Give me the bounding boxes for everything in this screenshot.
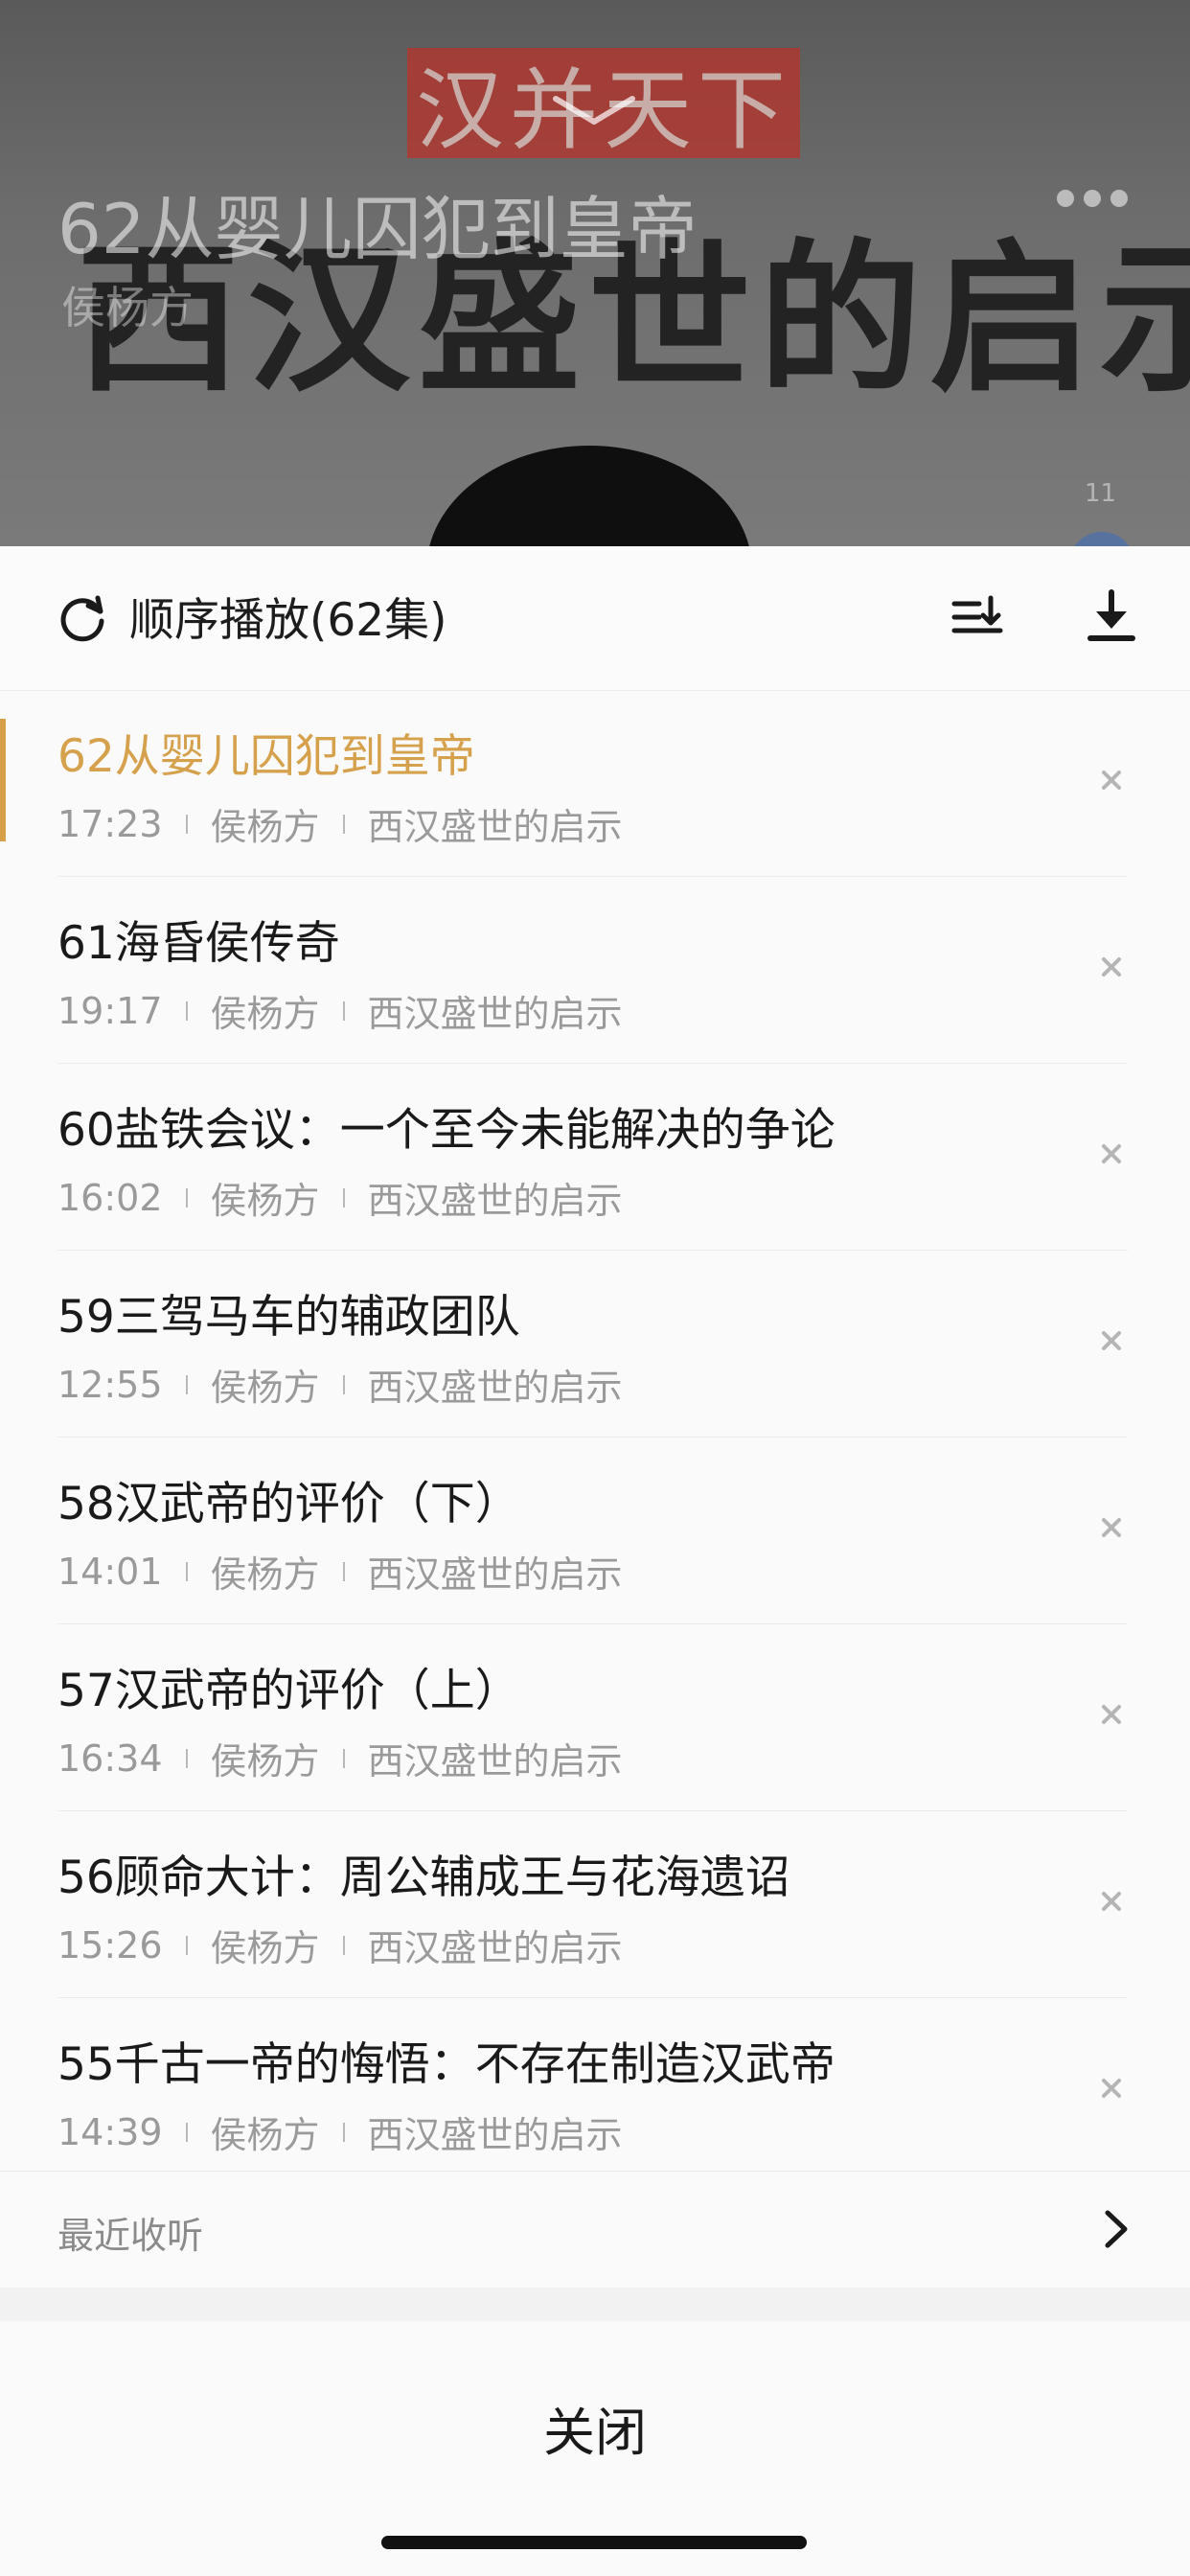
episode-duration: 16:34	[57, 1736, 163, 1780]
now-playing-title: 62从婴儿囚犯到皇帝	[57, 189, 698, 269]
playlist-item[interactable]: 56顾命大计：周公辅成王与花海遗诏 15:26 侯杨方 西汉盛世的启示	[0, 1811, 1190, 1998]
speaker-portrait	[426, 446, 752, 546]
episode-duration: 16:02	[57, 1176, 163, 1219]
remove-icon[interactable]	[1100, 769, 1123, 792]
meta-separator	[342, 2122, 345, 2142]
episode-author: 侯杨方	[210, 1553, 320, 1596]
episode-duration: 15:26	[57, 1923, 163, 1966]
download-icon[interactable]	[1085, 588, 1138, 646]
episode-author: 侯杨方	[210, 1927, 320, 1969]
meta-separator	[185, 1935, 188, 1955]
playlist: 62从婴儿囚犯到皇帝 17:23 侯杨方 西汉盛世的启示 61海昏侯传奇 19:17 侯杨方…	[0, 690, 1190, 2185]
episode-album: 西汉盛世的启示	[367, 1367, 623, 1409]
playlist-item[interactable]: 57汉武帝的评价（上） 16:34 侯杨方 西汉盛世的启示	[0, 1624, 1190, 1811]
episode-duration: 12:55	[57, 1363, 163, 1406]
meta-separator	[342, 814, 345, 834]
playlist-item[interactable]: 61海昏侯传奇 19:17 侯杨方 西汉盛世的启示	[0, 877, 1190, 1064]
meta-separator	[342, 1561, 345, 1581]
playlist-item[interactable]: 58汉武帝的评价（下） 14:01 侯杨方 西汉盛世的启示	[0, 1438, 1190, 1624]
meta-separator	[185, 1561, 188, 1581]
episode-title: 62从婴儿囚犯到皇帝	[57, 730, 475, 783]
episode-author: 侯杨方	[210, 993, 320, 1035]
episode-title: 59三驾马车的辅政团队	[57, 1291, 520, 1344]
meta-separator	[185, 814, 188, 834]
floating-button[interactable]	[1068, 532, 1135, 546]
episode-title: 60盐铁会议：一个至今未能解决的争论	[57, 1104, 835, 1157]
episode-duration: 14:01	[57, 1550, 163, 1593]
recent-listening-row[interactable]: 最近收听	[0, 2171, 1190, 2287]
episode-author: 侯杨方	[210, 1367, 320, 1409]
episode-author: 侯杨方	[210, 1180, 320, 1222]
play-mode-label[interactable]: 顺序播放(62集)	[129, 583, 446, 649]
comment-count: 11	[1085, 479, 1117, 508]
chevron-down-icon[interactable]	[551, 91, 637, 129]
episode-title: 57汉武帝的评价（上）	[57, 1665, 520, 1717]
remove-icon[interactable]	[1100, 1142, 1123, 1165]
playlist-header: 顺序播放(62集)	[0, 546, 1190, 691]
meta-separator	[342, 1935, 345, 1955]
episode-album: 西汉盛世的启示	[367, 1927, 623, 1969]
meta-separator	[185, 1000, 188, 1021]
repeat-icon[interactable]	[56, 592, 109, 646]
episode-album: 西汉盛世的启示	[367, 806, 623, 848]
more-icon[interactable]	[1054, 187, 1131, 210]
episode-meta: 14:39 侯杨方 西汉盛世的启示	[57, 2105, 623, 2158]
remove-icon[interactable]	[1100, 2077, 1123, 2100]
meta-separator	[185, 1187, 188, 1208]
episode-title: 58汉武帝的评价（下）	[57, 1478, 520, 1530]
remove-icon[interactable]	[1100, 1703, 1123, 1726]
meta-separator	[342, 1748, 345, 1768]
close-button[interactable]: 关闭	[0, 2390, 1190, 2466]
playlist-item[interactable]: 62从婴儿囚犯到皇帝 17:23 侯杨方 西汉盛世的启示	[0, 690, 1190, 877]
episode-album: 西汉盛世的启示	[367, 1180, 623, 1222]
meta-separator	[342, 1187, 345, 1208]
sort-icon[interactable]	[950, 592, 1004, 646]
now-playing-author: 侯杨方	[61, 282, 194, 334]
episode-author: 侯杨方	[210, 1740, 320, 1782]
episode-meta: 16:02 侯杨方 西汉盛世的启示	[57, 1171, 623, 1224]
home-indicator	[381, 2536, 807, 2549]
episode-duration: 14:39	[57, 2110, 163, 2153]
episode-duration: 19:17	[57, 989, 163, 1032]
playlist-item[interactable]: 59三驾马车的辅政团队 12:55 侯杨方 西汉盛世的启示	[0, 1251, 1190, 1438]
episode-title: 55千古一帝的悔悟：不存在制造汉武帝	[57, 2038, 835, 2091]
episode-title: 56顾命大计：周公辅成王与花海遗诏	[57, 1852, 790, 1904]
episode-album: 西汉盛世的启示	[367, 1553, 623, 1596]
episode-author: 侯杨方	[210, 806, 320, 848]
episode-meta: 15:26 侯杨方 西汉盛世的启示	[57, 1919, 623, 1971]
episode-title: 61海昏侯传奇	[57, 917, 340, 970]
recent-listening-label: 最近收听	[57, 2215, 204, 2257]
remove-icon[interactable]	[1100, 1890, 1123, 1913]
episode-meta: 14:01 侯杨方 西汉盛世的启示	[57, 1545, 623, 1598]
remove-icon[interactable]	[1100, 1516, 1123, 1539]
episode-meta: 17:23 侯杨方 西汉盛世的启示	[57, 797, 623, 850]
episode-album: 西汉盛世的启示	[367, 993, 623, 1035]
remove-icon[interactable]	[1100, 955, 1123, 978]
remove-icon[interactable]	[1100, 1329, 1123, 1352]
meta-separator	[185, 2122, 188, 2142]
episode-duration: 17:23	[57, 802, 163, 845]
playlist-sheet: 顺序播放(62集) 62从婴儿囚犯到皇帝 17:23 侯杨方 西汉盛世的启示 61海昏侯…	[0, 546, 1190, 2288]
chevron-right-icon	[1105, 2210, 1128, 2248]
active-indicator	[0, 719, 6, 841]
episode-meta: 12:55 侯杨方 西汉盛世的启示	[57, 1358, 623, 1411]
episode-album: 西汉盛世的启示	[367, 2114, 623, 2156]
meta-separator	[185, 1748, 188, 1768]
episode-meta: 19:17 侯杨方 西汉盛世的启示	[57, 984, 623, 1037]
meta-separator	[342, 1374, 345, 1394]
meta-separator	[342, 1000, 345, 1021]
episode-album: 西汉盛世的启示	[367, 1740, 623, 1782]
playlist-item[interactable]: 55千古一帝的悔悟：不存在制造汉武帝 14:39 侯杨方 西汉盛世的启示	[0, 1998, 1190, 2185]
episode-author: 侯杨方	[210, 2114, 320, 2156]
episode-meta: 16:34 侯杨方 西汉盛世的启示	[57, 1732, 623, 1784]
player-background: 汉并天下 西汉盛世的启示 62从婴儿囚犯到皇帝 侯杨方 11	[0, 0, 1190, 546]
meta-separator	[185, 1374, 188, 1394]
playlist-item[interactable]: 60盐铁会议：一个至今未能解决的争论 16:02 侯杨方 西汉盛世的启示	[0, 1064, 1190, 1251]
